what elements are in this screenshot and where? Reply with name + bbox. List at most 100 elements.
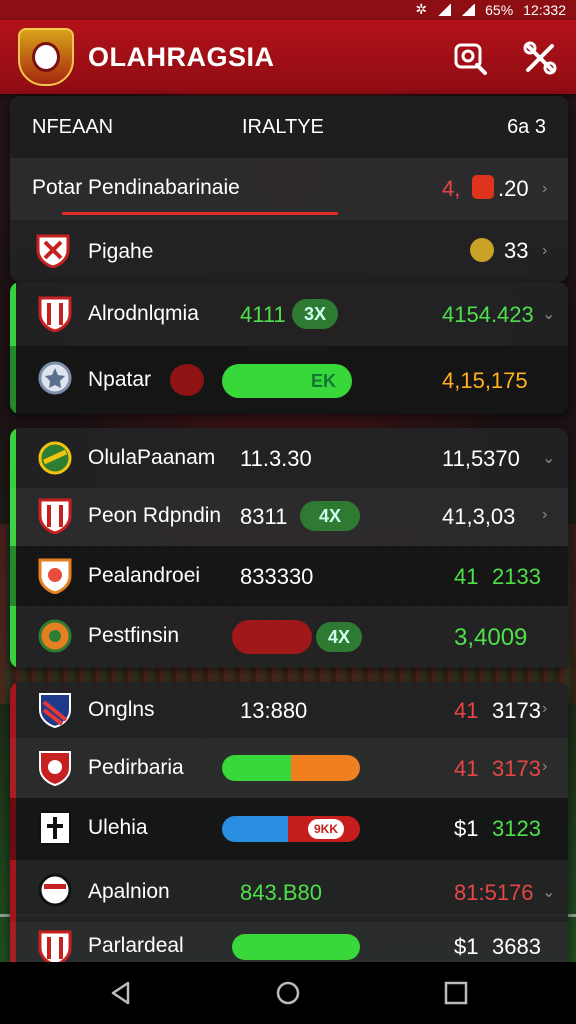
team-logo-icon — [38, 361, 72, 395]
header-col-3: 6a 3 — [507, 116, 546, 138]
notification-icon: ✲ — [415, 1, 428, 17]
back-icon[interactable] — [108, 980, 134, 1006]
team-logo-icon — [38, 498, 72, 534]
team-name: Pealandroei — [88, 564, 201, 587]
team-odds: 4,15,175 — [442, 368, 528, 393]
team-name: Peon Rdpndin — [88, 504, 222, 527]
search-icon — [454, 43, 487, 75]
team-name: Pestfinsin — [88, 624, 180, 647]
team-odds: 3,4009 — [454, 624, 528, 651]
team-odds-b: 2133 — [492, 564, 541, 589]
signal-icon — [461, 3, 476, 16]
featured-value-b: .20 — [498, 176, 529, 201]
coin-icon — [470, 238, 494, 262]
list-item[interactable]: Ulehia 9KK $1 3123 — [10, 798, 568, 860]
win-probability-bar — [232, 934, 360, 960]
team-logo-icon — [38, 296, 72, 332]
featured-name-2: Pigahe — [88, 240, 154, 263]
team-odds: 11,5370 — [442, 446, 520, 471]
clock: 12:332 — [523, 1, 566, 18]
list-item[interactable]: Onglns 13:880 41 3173 › — [10, 682, 568, 738]
team-logo-icon — [38, 930, 72, 962]
system-nav-bar — [0, 962, 576, 1024]
team-odds-a: $1 — [454, 816, 479, 841]
team-score: 4111 — [240, 302, 286, 327]
team-score: 833330 — [240, 564, 314, 589]
team-logo-icon — [39, 811, 71, 845]
team-odds-b: 3173 — [492, 698, 541, 723]
team-score: 13:880 — [240, 698, 308, 723]
tools-button[interactable] — [522, 40, 558, 76]
app-title: OLAHRAGSIA — [88, 42, 275, 72]
multiplier-badge[interactable]: 4X — [316, 622, 362, 652]
team-mini-logo-icon — [170, 364, 204, 396]
chevron-right-icon: › — [542, 242, 548, 259]
list-item[interactable]: Peon Rdpndin 8311 4X 41,3,03 › — [10, 488, 568, 546]
team-logo-icon — [36, 234, 70, 268]
team-score: 843.B80 — [240, 880, 322, 905]
match-card-3: Onglns 13:880 41 3173 › Pedirbaria 41 31… — [10, 682, 568, 962]
club-crest-logo — [18, 28, 74, 86]
featured-value-2: 33 — [504, 238, 529, 263]
bar-label: 9KK — [308, 819, 345, 839]
team-name: Npatar — [88, 368, 152, 391]
team-odds: 81:5176 — [454, 880, 534, 905]
chevron-down-icon: ⌄ — [542, 884, 556, 901]
recents-icon[interactable] — [443, 980, 469, 1006]
team-odds: 41,3,03 — [442, 504, 516, 529]
list-item[interactable]: Pealandroei 833330 41 2133 — [10, 546, 568, 606]
multiplier-badge[interactable]: 4X — [300, 501, 360, 531]
tools-icon — [523, 41, 557, 75]
team-odds-b: 3123 — [492, 816, 541, 841]
team-odds-a: 41 — [454, 564, 479, 589]
header-col-1: NFEAAN — [32, 116, 114, 138]
team-name: Pedirbaria — [88, 756, 184, 779]
chevron-right-icon: › — [542, 506, 548, 523]
match-card-1: Alrodnlqmia 4111 3X 4154.423 ⌄ Npatar EK… — [10, 282, 568, 414]
team-odds-a: 41 — [454, 756, 479, 781]
featured-value-a: 4, — [442, 176, 461, 201]
home-icon[interactable] — [275, 980, 301, 1006]
featured-row-1[interactable]: Potar Pendinabarinaie 4, .20 › — [10, 158, 568, 220]
multiplier-badge[interactable]: 3X — [292, 299, 338, 329]
list-item[interactable]: Apalnion 843.B80 81:5176 ⌄ — [10, 860, 568, 922]
team-matchup-pill[interactable] — [232, 620, 312, 654]
team-name: Onglns — [88, 698, 155, 721]
team-name: Ulehia — [88, 816, 148, 839]
team-name: Apalnion — [88, 880, 170, 903]
chevron-right-icon: › — [542, 758, 548, 775]
chevron-right-icon: › — [542, 700, 548, 717]
team-score: 8311 — [240, 504, 288, 529]
battery-level: 65% — [485, 1, 514, 18]
search-button[interactable] — [452, 40, 488, 76]
list-item[interactable]: Npatar EK 4,15,175 — [10, 346, 568, 414]
team-logo-icon — [38, 441, 72, 475]
featured-row-2[interactable]: Pigahe 33 › — [10, 220, 568, 282]
progress-underline — [62, 212, 338, 215]
team-name: Alrodnlqmia — [88, 302, 199, 325]
team-score: 11.3.30 — [240, 446, 312, 471]
bet-button[interactable]: EK — [222, 364, 352, 398]
team-name: OlulaPaanam — [88, 446, 216, 469]
match-card-2: OlulaPaanam 11.3.30 11,5370 ⌄ Peon Rdpnd… — [10, 428, 568, 668]
list-item[interactable]: Pedirbaria 41 3173 › — [10, 738, 568, 798]
featured-card: NFEAAN IRALTYE 6a 3 Potar Pendinabarinai… — [10, 96, 568, 282]
team-logo-icon — [39, 693, 71, 728]
win-probability-bar — [222, 755, 360, 781]
team-name: Parlardeal — [88, 934, 184, 957]
app-bar: OLAHRAGSIA — [0, 20, 576, 94]
chevron-down-icon: ⌄ — [542, 450, 556, 467]
list-item[interactable]: Parlardeal $1 3683 — [10, 922, 568, 962]
wifi-icon — [437, 3, 452, 16]
team-logo-icon — [38, 619, 72, 653]
team-odds-b: 3173 — [492, 756, 541, 781]
team-logo-icon — [39, 751, 71, 786]
header-col-2: IRALTYE — [242, 116, 324, 138]
list-item[interactable]: OlulaPaanam 11.3.30 11,5370 ⌄ — [10, 428, 568, 488]
team-odds-a: 41 — [454, 698, 479, 723]
list-item[interactable]: Alrodnlqmia 4111 3X 4154.423 ⌄ — [10, 282, 568, 346]
team-odds-b: 3683 — [492, 934, 541, 959]
featured-name: Potar Pendinabarinaie — [32, 176, 240, 199]
list-item[interactable]: Pestfinsin 4X 3,4009 — [10, 606, 568, 668]
coin-icon — [472, 175, 494, 199]
